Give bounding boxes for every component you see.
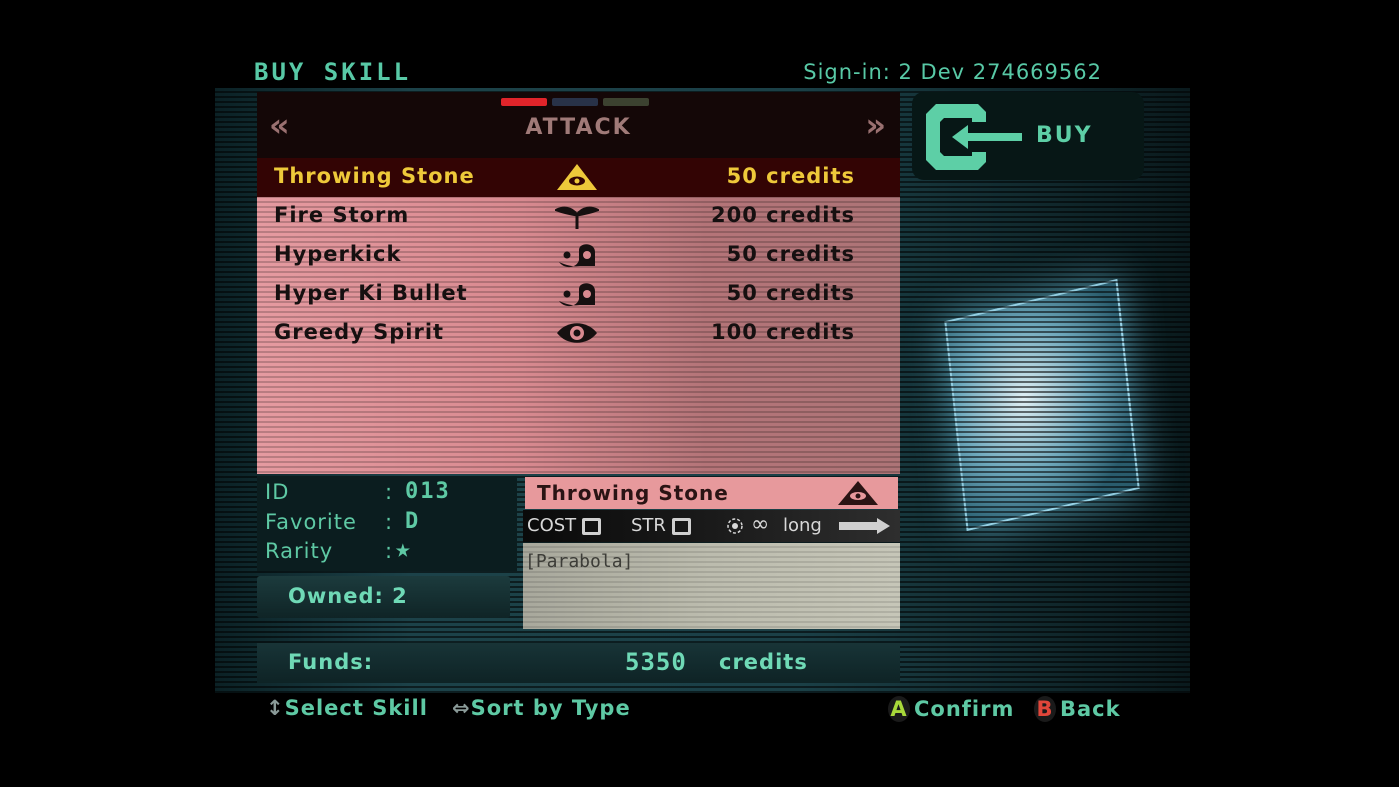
skill-name: Fire Storm: [274, 203, 410, 227]
uses-value: ∞: [751, 512, 770, 537]
skill-name: Hyper Ki Bullet: [274, 281, 468, 305]
skill-description-panel: [Parabola]: [523, 543, 900, 629]
category-title: ATTACK: [525, 115, 632, 140]
detail-skill-name: Throwing Stone: [537, 481, 729, 505]
skill-description: [Parabola]: [525, 551, 634, 572]
owned-count: Owned: 2: [288, 584, 408, 608]
double-chevron-right-icon[interactable]: »: [865, 109, 886, 141]
id-label: ID: [265, 480, 290, 504]
skill-name: Greedy Spirit: [274, 320, 445, 344]
sprout-icon: [555, 206, 599, 229]
dpad-horizontal-icon: ⇔: [452, 696, 471, 720]
enter-arrow-icon: [926, 104, 1022, 170]
hint-select-skill: ↕Select Skill: [266, 696, 428, 720]
skill-row[interactable]: Fire Storm 200 credits: [257, 197, 900, 236]
funds-bar: Funds: 5350 credits: [257, 643, 900, 683]
favorite-colon: :: [385, 510, 393, 534]
hint-label: Select Skill: [284, 696, 428, 720]
rarity-colon: :: [385, 539, 393, 563]
skill-price: 200 credits: [711, 203, 855, 227]
buy-label: BUY: [1036, 123, 1093, 148]
ki-spiral-icon: [559, 244, 595, 268]
id-colon: :: [385, 480, 393, 504]
ki-spiral-icon: [559, 283, 595, 307]
skill-price: 50 credits: [726, 242, 855, 266]
skill-row[interactable]: Hyper Ki Bullet 50 credits: [257, 275, 900, 314]
target-icon: [727, 518, 743, 534]
favorite-value: D: [405, 509, 421, 534]
category-indicator-2: [552, 98, 598, 106]
str-label: STR: [631, 515, 666, 536]
id-value: 013: [405, 479, 451, 504]
eye-icon: [557, 323, 597, 343]
skill-price: 100 credits: [711, 320, 855, 344]
hint-label: Back: [1060, 697, 1121, 721]
cost-stat: COST: [527, 515, 602, 536]
b-button-icon: B: [1034, 696, 1056, 722]
buy-button[interactable]: BUY: [912, 92, 1144, 180]
skill-row[interactable]: Greedy Spirit 100 credits: [257, 314, 900, 353]
funds-label: Funds:: [288, 650, 374, 674]
category-indicator-3: [603, 98, 649, 106]
rarity-star-icon: ★: [395, 534, 413, 564]
skill-price: 50 credits: [726, 281, 855, 305]
hint-label: Sort by Type: [470, 696, 631, 720]
skill-price: 50 credits: [726, 164, 855, 188]
hint-back[interactable]: B Back: [1034, 696, 1121, 722]
skill-row[interactable]: Throwing Stone 50 credits: [257, 158, 900, 197]
hint-confirm[interactable]: A Confirm: [888, 696, 1014, 722]
category-indicator-attack: [501, 98, 547, 106]
hint-sort-by-type: ⇔Sort by Type: [452, 696, 631, 720]
favorite-label: Favorite: [265, 510, 357, 534]
skill-list: Throwing Stone 50 credits Fire Storm 200…: [257, 158, 900, 474]
hint-label: Confirm: [914, 697, 1015, 721]
category-header: « ATTACK »: [257, 92, 900, 158]
eye-pyramid-icon: [557, 164, 597, 190]
funds-unit: credits: [719, 650, 808, 674]
screen-title: BUY SKILL: [254, 58, 412, 86]
skill-name: Hyperkick: [274, 242, 402, 266]
cost-label: COST: [527, 515, 577, 536]
skill-info-panel: ID : 013 Favorite : D Rarity : ★: [257, 476, 517, 571]
rarity-label: Rarity: [265, 539, 334, 563]
a-button-icon: A: [888, 696, 910, 722]
range-arrow-icon: [839, 518, 890, 534]
str-value-box: [671, 517, 691, 535]
dpad-vertical-icon: ↕: [266, 696, 285, 720]
str-stat: STR: [631, 515, 691, 536]
skill-row[interactable]: Hyperkick 50 credits: [257, 236, 900, 275]
sign-in-status: Sign-in: 2 Dev 274669562: [803, 60, 1102, 84]
range-value: long: [783, 515, 822, 536]
detail-title-bar: Throwing Stone: [525, 477, 898, 509]
owned-count-panel: Owned: 2: [257, 576, 510, 618]
skill-stats-bar: COST STR ∞ long: [523, 510, 900, 542]
cost-value-box: [582, 517, 602, 535]
eye-pyramid-icon: [838, 481, 878, 505]
funds-value: 5350: [625, 648, 687, 676]
skill-name: Throwing Stone: [274, 164, 475, 188]
